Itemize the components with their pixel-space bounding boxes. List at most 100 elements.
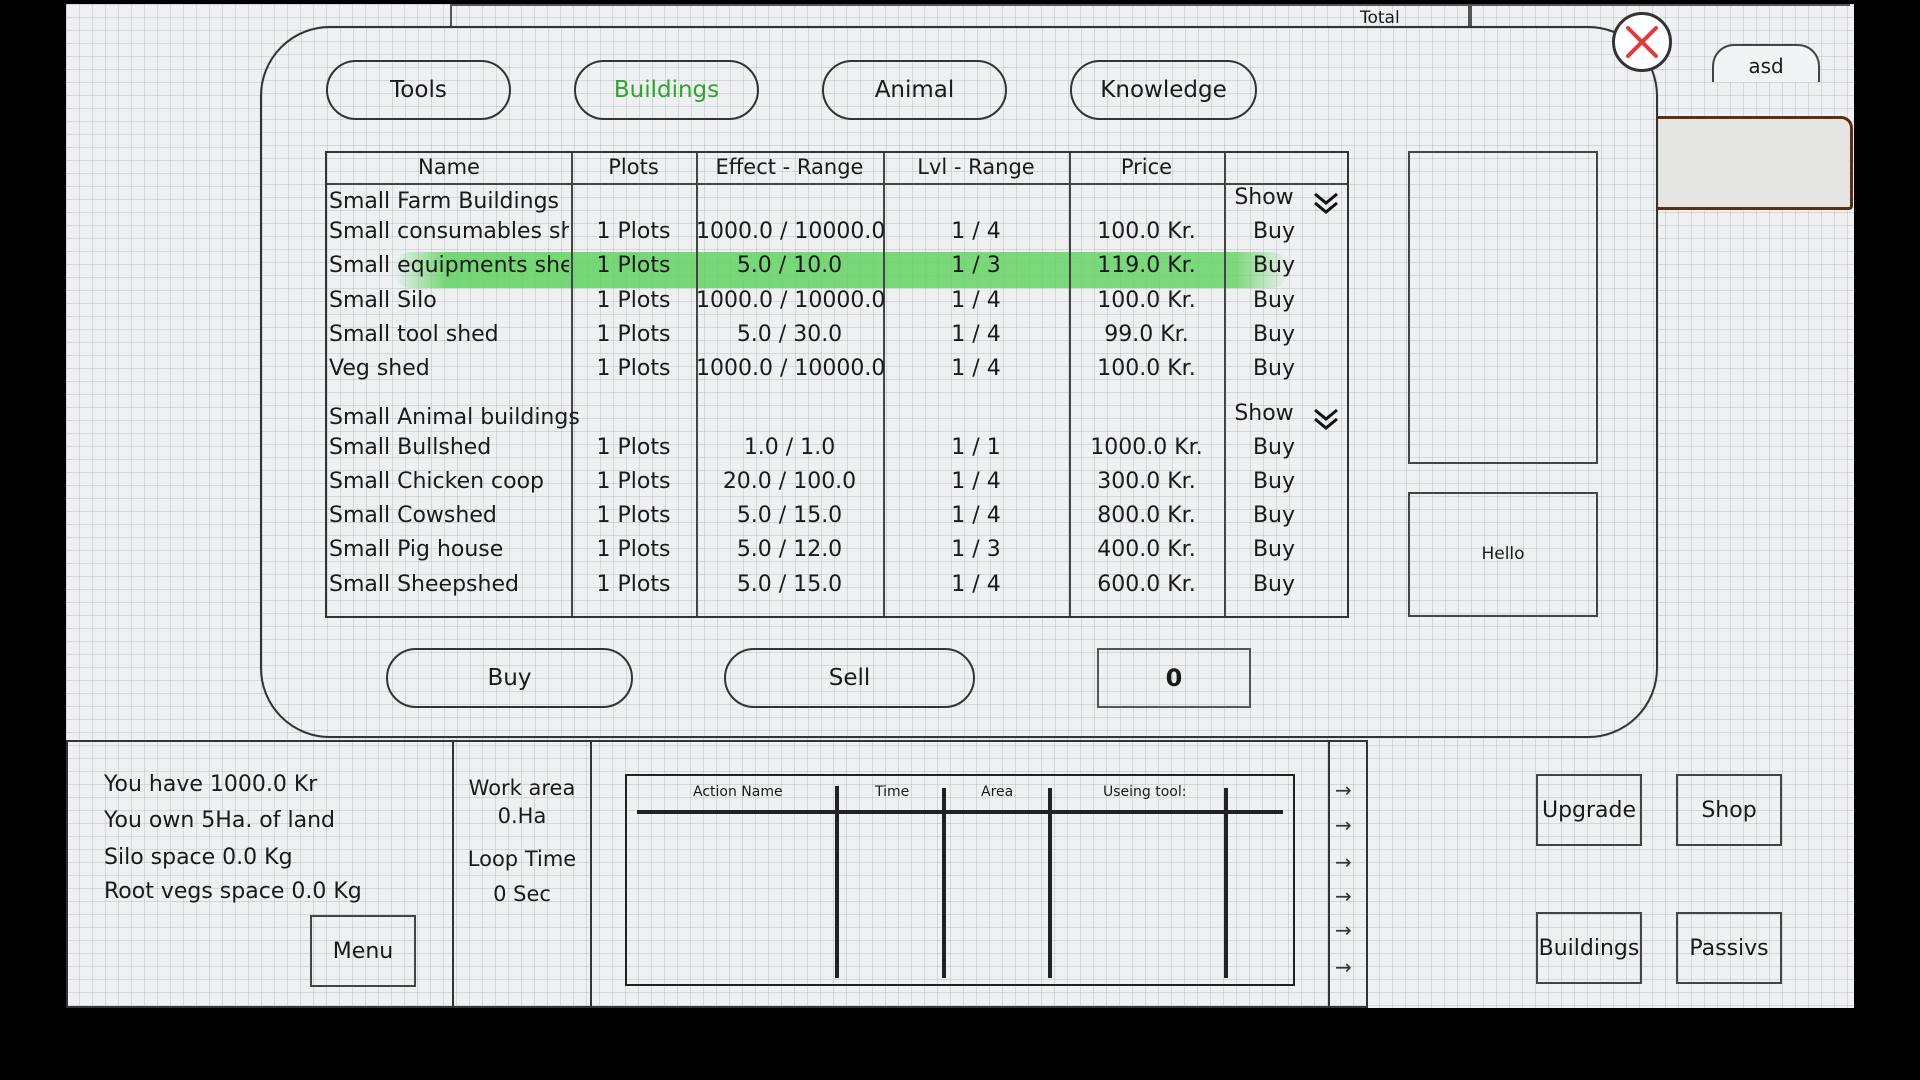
row-plots: 1 Plots [596, 468, 671, 494]
row-lvl: 1 / 3 [951, 253, 1001, 279]
total-label: Total [1360, 8, 1400, 28]
row-plots: 1 Plots [596, 321, 671, 347]
table-row[interactable]: Small Cowshed 1 Plots 5.0 / 15.0 1 / 4 800.0… [327, 499, 1347, 533]
tab-tools[interactable]: Tools [326, 60, 511, 120]
row-effect: 5.0 / 15.0 [736, 503, 843, 529]
row-name: Small Silo [329, 287, 437, 313]
row-lvl: 1 / 4 [951, 287, 1001, 313]
table-row[interactable]: Small consumables shed 1 Plots 1000.0 / 10… [327, 215, 1347, 249]
loop-time-value: 0 Sec [493, 882, 551, 906]
table-row[interactable]: Small Chicken coop 1 Plots 20.0 / 100.0 1 /… [327, 465, 1347, 499]
loop-time-label: Loop Time [467, 847, 577, 871]
tab-knowledge[interactable]: Knowledge [1070, 60, 1257, 120]
land-text: You own 5Ha. of land [104, 808, 336, 833]
buy-row-button[interactable]: Buy [1224, 318, 1324, 352]
arrow-right-icon[interactable]: → [1335, 884, 1352, 908]
row-effect: 1.0 / 1.0 [743, 434, 836, 460]
action-column-divider [942, 788, 946, 978]
row-effect: 1000.0 / 10000.0 [696, 287, 886, 313]
row-price: 100.0 Kr. [1097, 287, 1196, 313]
table-row[interactable]: Small Bullshed 1 Plots 1.0 / 1.0 1 / 1 1000.… [327, 431, 1347, 465]
table-row[interactable]: Small tool shed 1 Plots 5.0 / 30.0 1 / 4 99.… [327, 318, 1347, 352]
row-plots: 1 Plots [596, 287, 671, 313]
row-effect: 5.0 / 30.0 [736, 321, 843, 347]
table-row[interactable]: Small Pig house 1 Plots 5.0 / 12.0 1 / 3 400… [327, 533, 1347, 567]
quantity-field[interactable]: 0 [1097, 648, 1251, 708]
row-plots: 1 Plots [596, 503, 671, 529]
action-column-divider [1224, 788, 1228, 978]
passivs-button[interactable]: Passivs [1676, 912, 1782, 984]
row-effect: 5.0 / 10.0 [736, 253, 843, 279]
close-icon [1626, 26, 1658, 58]
row-effect: 20.0 / 100.0 [722, 468, 857, 494]
action-header-area: Area [981, 784, 1014, 800]
row-effect: 5.0 / 12.0 [736, 537, 843, 563]
header-plots: Plots [608, 155, 659, 179]
show-toggle[interactable]: Show [1224, 397, 1304, 431]
menu-button[interactable]: Menu [310, 915, 416, 987]
buy-row-button[interactable]: Buy [1224, 568, 1324, 602]
arrow-right-icon[interactable]: → [1335, 850, 1352, 874]
arrow-right-icon[interactable]: → [1335, 955, 1352, 979]
group-header-row: Small Animal buildings Show [327, 401, 1347, 435]
row-plots: 1 Plots [596, 219, 671, 244]
show-toggle[interactable]: Show [1224, 181, 1304, 215]
arrow-right-icon[interactable]: → [1335, 918, 1352, 942]
upgrade-button[interactable]: Upgrade [1536, 774, 1642, 846]
arrow-right-icon[interactable]: → [1335, 778, 1352, 802]
buy-row-button[interactable]: Buy [1224, 352, 1324, 386]
row-price: 800.0 Kr. [1097, 503, 1196, 529]
work-area-value: 0.Ha [497, 804, 547, 828]
buy-row-button[interactable]: Buy [1224, 249, 1324, 283]
buy-row-button[interactable]: Buy [1224, 533, 1324, 567]
buy-row-button[interactable]: Buy [1224, 465, 1324, 499]
row-lvl: 1 / 4 [951, 503, 1001, 529]
info-box: Hello [1408, 492, 1598, 617]
buy-row-button[interactable]: Buy [1224, 284, 1324, 318]
shop-button[interactable]: Shop [1676, 774, 1782, 846]
buy-row-button[interactable]: Buy [1224, 215, 1324, 249]
header-name: Name [418, 155, 480, 179]
group-header-row: Small Farm Buildings Show [327, 185, 1347, 219]
row-plots: 1 Plots [596, 537, 671, 563]
chevron-down-icon[interactable] [1312, 191, 1340, 217]
table-header: Name Plots Effect - Range Lvl - Range Pr… [327, 153, 1347, 185]
arrow-right-icon[interactable]: → [1335, 813, 1352, 837]
tab-animal[interactable]: Animal [822, 60, 1007, 120]
row-lvl: 1 / 4 [951, 219, 1001, 244]
sell-button[interactable]: Sell [724, 648, 975, 708]
buy-row-button[interactable]: Buy [1224, 499, 1324, 533]
row-name: Small Sheepshed [329, 571, 519, 597]
row-price: 1000.0 Kr. [1090, 434, 1203, 460]
action-header-name: Action Name [693, 784, 783, 800]
row-name: Small Pig house [329, 537, 504, 563]
table-row[interactable]: Small equipments shed 1 Plots 5.0 / 10.0 1 … [327, 249, 1347, 283]
table-row[interactable]: Small Silo 1 Plots 1000.0 / 10000.0 1 / 4 10… [327, 284, 1347, 318]
work-area-label: Work area [468, 776, 576, 800]
row-price: 119.0 Kr. [1097, 253, 1196, 279]
money-text: You have 1000.0 Kr [104, 772, 318, 797]
chevron-down-icon[interactable] [1312, 407, 1340, 433]
table-row[interactable]: Small Sheepshed 1 Plots 5.0 / 15.0 1 / 4 600… [327, 568, 1347, 602]
action-column-divider [1048, 788, 1052, 978]
group-title: Small Farm Buildings [329, 189, 560, 214]
buy-button[interactable]: Buy [386, 648, 633, 708]
row-name: Small tool shed [329, 321, 499, 347]
tab-buildings[interactable]: Buildings [574, 60, 759, 120]
row-plots: 1 Plots [596, 356, 671, 382]
close-button[interactable] [1612, 12, 1672, 72]
side-tab-asd[interactable]: asd [1712, 44, 1820, 82]
buy-row-button[interactable]: Buy [1224, 431, 1324, 465]
table-row[interactable]: Veg shed 1 Plots 1000.0 / 10000.0 1 / 4 100.… [327, 352, 1347, 386]
row-lvl: 1 / 4 [951, 356, 1001, 382]
row-price: 99.0 Kr. [1104, 321, 1189, 347]
action-column-divider [835, 786, 839, 978]
row-name: Small Bullshed [329, 434, 492, 460]
buildings-table: Name Plots Effect - Range Lvl - Range Pr… [325, 151, 1349, 618]
row-effect: 1000.0 / 10000.0 [696, 219, 886, 244]
buildings-button[interactable]: Buildings [1536, 912, 1642, 984]
row-plots: 1 Plots [596, 253, 671, 279]
row-name: Small consumables shed [329, 219, 569, 244]
row-price: 300.0 Kr. [1097, 468, 1196, 494]
row-effect: 5.0 / 15.0 [736, 571, 843, 597]
